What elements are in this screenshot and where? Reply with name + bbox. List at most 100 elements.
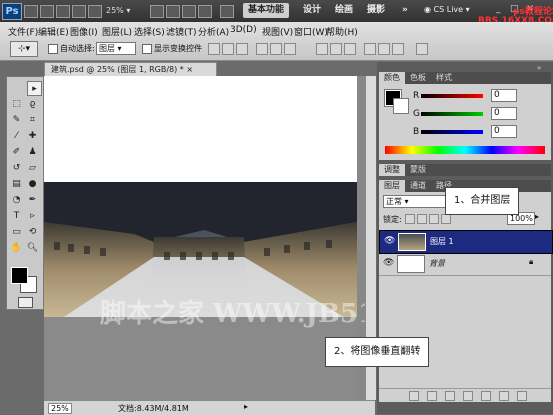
align-top-icon[interactable]	[208, 43, 220, 55]
layer-name[interactable]: 背景	[429, 258, 445, 269]
type-tool-icon[interactable]: T	[10, 209, 23, 222]
channel-g-slider[interactable]	[421, 112, 483, 116]
marquee-tool-icon[interactable]: ⬚	[10, 97, 23, 110]
tab-layers[interactable]: 图层	[379, 180, 405, 192]
zoom-view-icon[interactable]	[88, 5, 102, 18]
guides-icon[interactable]	[56, 5, 70, 18]
move-tool-icon[interactable]: ▸	[27, 81, 42, 96]
mini-bridge-icon[interactable]	[40, 5, 54, 18]
hand-tool-icon[interactable]: ✋	[10, 241, 23, 254]
status-zoom[interactable]: 25%	[48, 403, 72, 414]
collapse-panels-icon[interactable]: »	[537, 64, 541, 72]
menu-filter[interactable]: 滤镜(T)	[166, 25, 197, 38]
channel-r-slider[interactable]	[421, 94, 483, 98]
tab-styles[interactable]: 样式	[431, 72, 457, 84]
workspace-design[interactable]: 设计	[298, 3, 326, 18]
color-bg-swatch[interactable]	[393, 98, 409, 114]
visibility-eye-icon[interactable]: 👁︎	[383, 258, 394, 268]
workspace-painting[interactable]: 绘画	[330, 3, 358, 18]
zoom-tool-icon[interactable]: 🔍︎	[26, 241, 39, 254]
tab-masks[interactable]: 蒙版	[405, 164, 431, 176]
align-left-icon[interactable]	[256, 43, 268, 55]
distribute-left-icon[interactable]	[364, 43, 376, 55]
zoom-dropdown[interactable]: 25% ▾	[106, 5, 146, 16]
menu-image[interactable]: 图像(I)	[70, 25, 98, 38]
blur-tool-icon[interactable]: ●	[26, 177, 39, 190]
align-vcenter-icon[interactable]	[222, 43, 234, 55]
menu-layer[interactable]: 图层(L)	[102, 25, 132, 38]
color-spectrum-bar[interactable]	[385, 146, 545, 154]
auto-select-checkbox[interactable]	[48, 44, 58, 54]
lock-position-icon[interactable]	[429, 214, 439, 224]
lock-transparency-icon[interactable]	[405, 214, 415, 224]
menu-view[interactable]: 视图(V)	[262, 25, 293, 38]
layer-style-icon[interactable]	[427, 391, 437, 401]
tab-color[interactable]: 颜色	[379, 72, 405, 84]
layer-mask-icon[interactable]	[445, 391, 455, 401]
channel-b-value[interactable]: 0	[491, 125, 517, 138]
healing-tool-icon[interactable]: ✚	[26, 129, 39, 142]
extras-icon[interactable]	[182, 5, 196, 18]
adjustment-layer-icon[interactable]	[463, 391, 473, 401]
hand-view-icon[interactable]	[72, 5, 86, 18]
align-right-icon[interactable]	[284, 43, 296, 55]
menu-3d[interactable]: 3D(D)	[230, 25, 257, 35]
quick-select-tool-icon[interactable]: ✎	[10, 113, 23, 126]
stamp-tool-icon[interactable]: ♟	[26, 145, 39, 158]
channel-r-value[interactable]: 0	[491, 89, 517, 102]
crop-tool-icon[interactable]: ⌗	[26, 113, 39, 126]
menu-edit[interactable]: 编辑(E)	[38, 25, 69, 38]
brush-tool-icon[interactable]: ✐	[10, 145, 23, 158]
close-doc-icon[interactable]: ×	[186, 65, 193, 74]
auto-align-icon[interactable]	[416, 43, 428, 55]
distribute-right-icon[interactable]	[392, 43, 404, 55]
menu-file[interactable]: 文件(F)	[8, 25, 38, 38]
opacity-arrow-icon[interactable]: ▸	[535, 212, 539, 221]
menu-window[interactable]: 窗口(W)	[294, 25, 328, 38]
dodge-tool-icon[interactable]: ◔	[10, 193, 23, 206]
move-tool-preset[interactable]: ⊹▾	[10, 41, 38, 57]
show-transform-checkbox[interactable]	[142, 44, 152, 54]
arrange-documents-icon[interactable]	[150, 5, 164, 18]
distribute-top-icon[interactable]	[316, 43, 328, 55]
history-brush-tool-icon[interactable]: ↺	[10, 161, 23, 174]
layer-name[interactable]: 图层 1	[430, 236, 454, 247]
visibility-eye-icon[interactable]: 👁︎	[384, 236, 395, 246]
layer-row-selected[interactable]: 👁︎ 图层 1	[379, 230, 553, 254]
blend-mode-dropdown[interactable]: 正常 ▾	[383, 195, 449, 208]
cs-live-button[interactable]: ◉ CS Live ▾	[424, 5, 470, 14]
menu-help[interactable]: 帮助(H)	[326, 25, 358, 38]
distribute-bottom-icon[interactable]	[344, 43, 356, 55]
status-arrow-icon[interactable]: ▸	[244, 402, 248, 411]
align-bottom-icon[interactable]	[236, 43, 248, 55]
workspace-essentials[interactable]: 基本功能	[243, 3, 290, 18]
distribute-hcenter-icon[interactable]	[378, 43, 390, 55]
workspace-photography[interactable]: 摄影	[362, 3, 390, 18]
menu-select[interactable]: 选择(S)	[134, 25, 165, 38]
eraser-tool-icon[interactable]: ▱	[26, 161, 39, 174]
tab-adjustments[interactable]: 调整	[379, 164, 405, 176]
channel-b-slider[interactable]	[421, 130, 483, 134]
workspace-more[interactable]: »	[397, 3, 413, 18]
layer-row[interactable]: 👁︎ 背景 🔒︎	[379, 253, 551, 276]
new-group-icon[interactable]	[481, 391, 491, 401]
lock-all-icon[interactable]	[441, 214, 451, 224]
lasso-tool-icon[interactable]: ϱ	[26, 97, 39, 110]
align-hcenter-icon[interactable]	[270, 43, 282, 55]
document-tab[interactable]: 建筑.psd @ 25% (图层 1, RGB/8) * ×	[44, 62, 217, 76]
path-select-tool-icon[interactable]: ▹	[26, 209, 39, 222]
pen-tool-icon[interactable]: ✒	[26, 193, 39, 206]
bridge-icon[interactable]	[24, 5, 38, 18]
menu-analysis[interactable]: 分析(A)	[198, 25, 229, 38]
distribute-vcenter-icon[interactable]	[330, 43, 342, 55]
panel-toggle-icon[interactable]	[220, 5, 234, 18]
gradient-tool-icon[interactable]: ▤	[10, 177, 23, 190]
shape-tool-icon[interactable]: ▭	[10, 225, 23, 238]
auto-select-dropdown[interactable]: 图层 ▾	[96, 42, 136, 55]
screen-mode-icon[interactable]	[166, 5, 180, 18]
new-layer-icon[interactable]	[499, 391, 509, 401]
channel-g-value[interactable]: 0	[491, 107, 517, 120]
eyedropper-tool-icon[interactable]: ⁄	[10, 129, 23, 142]
lock-pixels-icon[interactable]	[417, 214, 427, 224]
rotate-view-icon[interactable]	[198, 5, 212, 18]
